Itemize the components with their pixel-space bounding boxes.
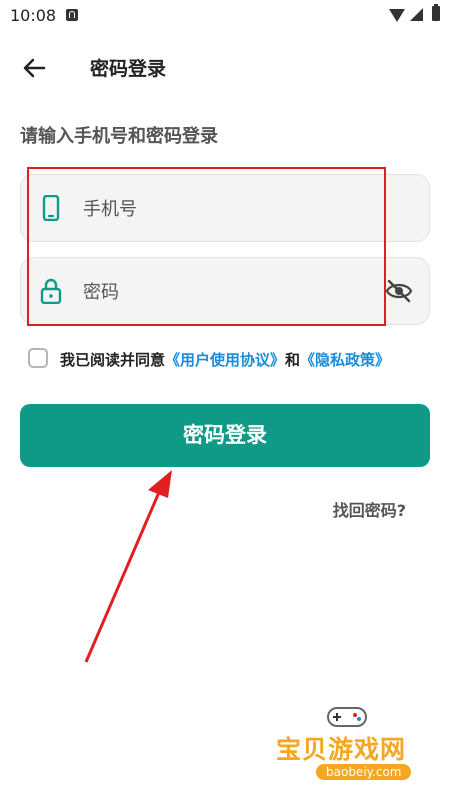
lock-icon bbox=[40, 278, 62, 304]
back-button[interactable] bbox=[16, 50, 52, 86]
eye-off-icon[interactable] bbox=[385, 278, 413, 304]
agreement-conjunction: 和 bbox=[285, 351, 301, 369]
phone-field[interactable] bbox=[20, 174, 430, 243]
battery-icon bbox=[432, 4, 440, 21]
user-agreement-link[interactable]: 《用户使用协议》 bbox=[165, 351, 285, 369]
status-bar: 10:08 bbox=[0, 0, 450, 32]
arrow-left-icon bbox=[23, 58, 46, 78]
gamepad-icon bbox=[327, 707, 367, 727]
agreement-text: 我已阅读并同意《用户使用协议》和《隐私政策》 bbox=[60, 349, 390, 370]
page-title: 密码登录 bbox=[90, 58, 167, 80]
watermark-text: 宝贝游戏网 bbox=[276, 735, 407, 764]
signal-icon bbox=[410, 8, 423, 21]
annotation-arrow bbox=[84, 470, 172, 663]
agreement-prefix: 我已阅读并同意 bbox=[60, 351, 166, 369]
app-bar: 密码登录 bbox=[0, 40, 450, 94]
a-notification-icon bbox=[66, 9, 78, 21]
watermark-url: baobeiy.com bbox=[316, 764, 412, 780]
agreement-checkbox[interactable] bbox=[28, 348, 48, 368]
phone-icon bbox=[42, 195, 60, 221]
agreement-row: 我已阅读并同意《用户使用协议》和《隐私政策》 bbox=[28, 346, 438, 374]
privacy-policy-link[interactable]: 《隐私政策》 bbox=[300, 351, 390, 369]
password-input[interactable] bbox=[81, 258, 385, 326]
watermark-logo: 宝贝游戏网 baobeiy.com bbox=[270, 700, 440, 795]
password-field[interactable] bbox=[20, 257, 430, 326]
forgot-password-link[interactable]: 找回密码? bbox=[333, 497, 406, 521]
wifi-icon bbox=[389, 9, 405, 22]
status-time: 10:08 bbox=[10, 6, 57, 25]
login-button[interactable]: 密码登录 bbox=[20, 404, 430, 467]
instruction-text: 请输入手机号和密码登录 bbox=[20, 126, 218, 147]
phone-input[interactable] bbox=[81, 175, 385, 243]
